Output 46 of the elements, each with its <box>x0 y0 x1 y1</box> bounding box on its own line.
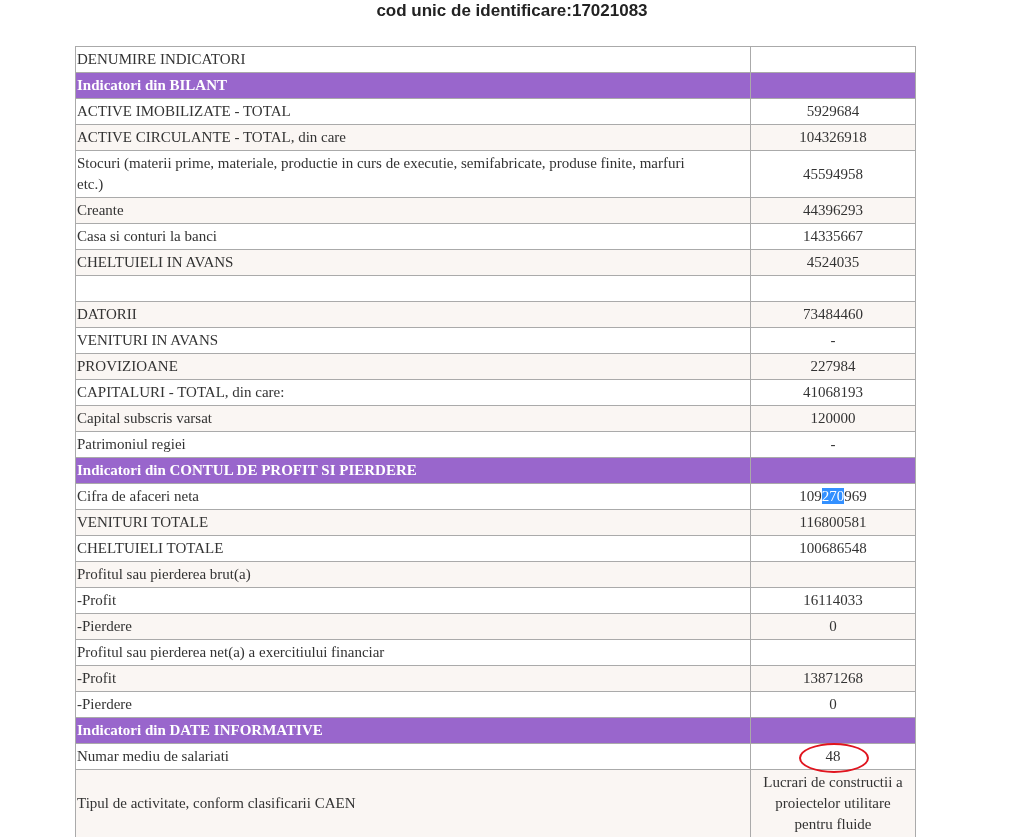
label-cell: Patrimoniul regiei <box>75 431 751 458</box>
label-cell: CHELTUIELI IN AVANS <box>75 249 751 276</box>
label-cell: ACTIVE CIRCULANTE - TOTAL, din care <box>75 124 751 151</box>
section-header-cell: Indicatori din CONTUL DE PROFIT SI PIERDERE <box>75 457 751 484</box>
label-cell: Casa si conturi la banci <box>75 223 751 250</box>
value-cell: 16114033 <box>750 587 916 614</box>
value-cell: 227984 <box>750 353 916 380</box>
label-cell: Capital subscris varsat <box>75 405 751 432</box>
label-cell: -Profit <box>75 587 751 614</box>
value-cell: 41068193 <box>750 379 916 406</box>
value-cell: 100686548 <box>750 535 916 562</box>
value-cell: 116800581 <box>750 509 916 536</box>
label-cell: PROVIZIOANE <box>75 353 751 380</box>
value-cell: 5929684 <box>750 98 916 125</box>
label-cell: -Pierdere <box>75 613 751 640</box>
label-cell: Profitul sau pierderea net(a) a exercitiului financiar <box>75 639 751 666</box>
label-cell: DATORII <box>75 301 751 328</box>
label-cell: -Profit <box>75 665 751 692</box>
value-cell: 0 <box>750 691 916 718</box>
value-cell: 4524035 <box>750 249 916 276</box>
value-cell: 73484460 <box>750 301 916 328</box>
label-cell: Profitul sau pierderea brut(a) <box>75 561 751 588</box>
page-title: cod unic de identificare:17021083 <box>376 1 648 21</box>
value-cell: 44396293 <box>750 197 916 224</box>
label-cell: Creante <box>75 197 751 224</box>
value-cell: 120000 <box>750 405 916 432</box>
value-cell: 104326918 <box>750 124 916 151</box>
section-header-cell: Indicatori din BILANT <box>75 72 751 99</box>
label-cell: CHELTUIELI TOTALE <box>75 535 751 562</box>
label-cell: DENUMIRE INDICATORI <box>75 46 751 73</box>
label-cell: Cifra de afaceri neta <box>75 483 751 510</box>
label-cell: VENITURI IN AVANS <box>75 327 751 354</box>
value-cell: 13871268 <box>750 665 916 692</box>
label-cell: ACTIVE IMOBILIZATE - TOTAL <box>75 98 751 125</box>
value-cell: 0 <box>750 613 916 640</box>
label-cell: Tipul de activitate, conform clasificarii CAEN <box>75 769 751 837</box>
section-header-cell: Indicatori din DATE INFORMATIVE <box>75 717 751 744</box>
label-cell: Numar mediu de salariati <box>75 743 751 770</box>
label-cell: CAPITALURI - TOTAL, din care: <box>75 379 751 406</box>
label-cell: VENITURI TOTALE <box>75 509 751 536</box>
label-cell: -Pierdere <box>75 691 751 718</box>
label-cell: Stocuri (materii prime, materiale, productie in curs de executie, semifabricate, produse finite, marfuri etc.) <box>75 150 751 198</box>
value-cell: - <box>750 431 916 458</box>
value-cell: 45594958 <box>750 150 916 198</box>
value-cell: 14335667 <box>750 223 916 250</box>
value-cell: - <box>750 327 916 354</box>
